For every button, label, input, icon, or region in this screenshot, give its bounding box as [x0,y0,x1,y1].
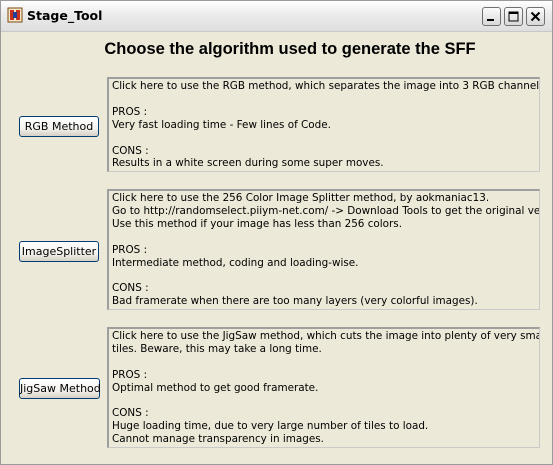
app-icon[interactable] [7,7,23,23]
description-line: CONS : [112,407,149,420]
description-line: Very fast loading time - Few lines of Co… [112,118,331,131]
imagesplitter-button[interactable]: ImageSplitter [19,241,99,262]
jigsaw-method-button[interactable]: JigSaw Method [19,378,101,399]
description-line [112,231,539,244]
description-line: PROS : [112,105,148,118]
description-line [112,395,539,408]
description-line: Go to http://randomselect.piiym-net.com/… [112,204,540,217]
client-area: Choose the algorithm used to generate th… [5,32,548,460]
rgb-method-button[interactable]: RGB Method [19,116,99,137]
description-line: Use this method if your image has less t… [112,217,403,230]
description-line: Results in a white screen during some su… [112,157,384,170]
description-line: PROS : [112,368,148,381]
description-line [112,132,539,145]
description-line: Huge loading time, due to very large num… [112,420,429,433]
description-line: Optimal method to get good framerate. [112,381,319,394]
description-line [112,269,539,282]
close-icon [530,11,541,22]
imagesplitter-description[interactable]: Click here to use the 256 Color Image Sp… [107,189,540,310]
description-line [112,93,539,106]
description-line: Click here to use the JigSaw method, whi… [112,330,540,342]
description-line: Bad framerate when there are too many la… [112,295,478,308]
minimize-icon [487,19,494,21]
description-line: CONS : [112,144,149,157]
description-line: Click here to use the RGB method, which … [112,80,540,92]
app-window: Stage_Tool Choose the algorithm used to … [0,0,553,465]
description-line [112,356,539,369]
page-heading: Choose the algorithm used to generate th… [104,40,476,58]
description-line: tiles. Beware, this may take a long time… [112,342,322,355]
description-line: PROS : [112,243,148,256]
window-title: Stage_Tool [27,8,103,23]
rgb-method-description[interactable]: Click here to use the RGB method, which … [107,77,540,172]
description-line: Intermediate method, coding and loading-… [112,256,359,269]
jigsaw-method-description[interactable]: Click here to use the JigSaw method, whi… [107,327,540,448]
maximize-icon [508,11,519,22]
title-bar[interactable]: Stage_Tool [1,1,552,32]
description-line: CONS : [112,282,149,295]
close-button[interactable] [526,7,545,26]
description-line: Click here to use the 256 Color Image Sp… [112,192,490,204]
minimize-button[interactable] [482,7,501,26]
maximize-button[interactable] [504,7,523,26]
description-line: Cannot manage transparency in images. [112,433,324,446]
